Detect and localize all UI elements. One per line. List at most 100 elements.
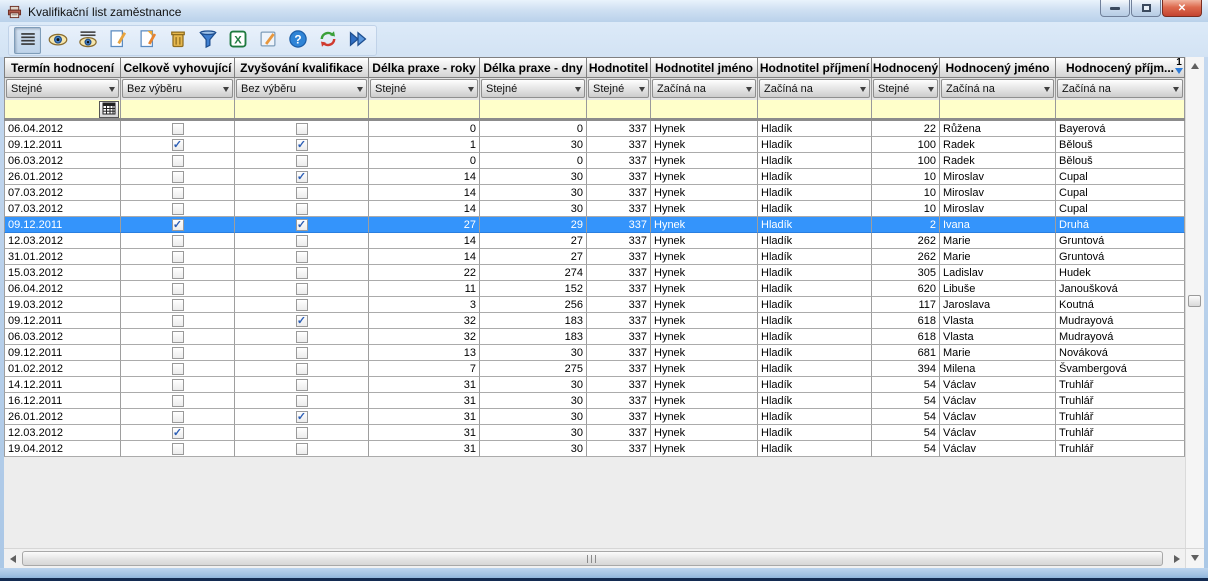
table-cell[interactable] <box>121 249 235 265</box>
table-cell[interactable]: 337 <box>587 441 651 457</box>
table-cell[interactable]: Janoušková <box>1056 281 1185 297</box>
table-cell[interactable]: 09.12.2011 <box>4 345 121 361</box>
table-cell[interactable]: 256 <box>480 297 587 313</box>
table-row[interactable]: 26.01.2012✓1430337HynekHladík10MiroslavC… <box>4 169 1185 185</box>
table-cell[interactable]: 337 <box>587 393 651 409</box>
vertical-scrollbar[interactable] <box>1185 57 1204 548</box>
table-cell[interactable]: 54 <box>872 409 940 425</box>
table-cell[interactable]: 337 <box>587 217 651 233</box>
table-cell[interactable]: Ivana <box>940 217 1056 233</box>
table-cell[interactable]: 10 <box>872 185 940 201</box>
eye-button[interactable] <box>44 27 71 54</box>
table-cell[interactable]: 183 <box>480 313 587 329</box>
scroll-down-button[interactable] <box>1185 549 1204 568</box>
table-cell[interactable]: 117 <box>872 297 940 313</box>
table-cell[interactable] <box>121 377 235 393</box>
table-cell[interactable] <box>121 121 235 137</box>
table-cell[interactable]: Hynek <box>651 377 758 393</box>
table-cell[interactable]: 54 <box>872 393 940 409</box>
table-cell[interactable] <box>121 393 235 409</box>
table-cell[interactable]: Gruntová <box>1056 249 1185 265</box>
quick-filter-input[interactable] <box>872 100 940 118</box>
table-row[interactable]: 06.03.201232183337HynekHladík618VlastaMu… <box>4 329 1185 345</box>
table-cell[interactable] <box>121 201 235 217</box>
table-cell[interactable] <box>235 377 369 393</box>
fast-forward-button[interactable] <box>344 27 371 54</box>
table-cell[interactable]: Libuše <box>940 281 1056 297</box>
column-header[interactable]: Hodnocený <box>872 57 940 78</box>
table-cell[interactable] <box>235 393 369 409</box>
table-cell[interactable]: Hladík <box>758 185 872 201</box>
table-cell[interactable]: ✓ <box>235 169 369 185</box>
table-cell[interactable] <box>121 313 235 329</box>
quick-filter-input[interactable] <box>4 100 121 118</box>
eye-columns-button[interactable] <box>74 27 101 54</box>
quick-filter-input[interactable] <box>940 100 1056 118</box>
table-cell[interactable]: Hynek <box>651 409 758 425</box>
table-cell[interactable]: 337 <box>587 329 651 345</box>
table-cell[interactable]: 337 <box>587 265 651 281</box>
table-cell[interactable]: Hladík <box>758 137 872 153</box>
column-header[interactable]: Hodnotitel <box>587 57 651 78</box>
table-cell[interactable]: 30 <box>480 377 587 393</box>
scroll-up-button[interactable] <box>1186 57 1204 73</box>
table-cell[interactable]: Václav <box>940 425 1056 441</box>
table-cell[interactable]: 22 <box>369 265 480 281</box>
table-cell[interactable]: 152 <box>480 281 587 297</box>
table-cell[interactable]: 100 <box>872 137 940 153</box>
scroll-left-button[interactable] <box>4 549 20 568</box>
table-row[interactable]: 26.01.2012✓3130337HynekHladík54VáclavTru… <box>4 409 1185 425</box>
filter-button[interactable] <box>194 27 221 54</box>
table-cell[interactable]: 262 <box>872 249 940 265</box>
table-cell[interactable]: Václav <box>940 377 1056 393</box>
table-cell[interactable]: Hynek <box>651 201 758 217</box>
filter-mode-dropdown[interactable]: Stejné <box>6 79 119 98</box>
column-header[interactable]: Zvyšování kvalifikace <box>235 57 369 78</box>
table-cell[interactable]: 54 <box>872 425 940 441</box>
column-header[interactable]: Délka praxe - dny <box>480 57 587 78</box>
table-cell[interactable]: Nováková <box>1056 345 1185 361</box>
table-cell[interactable]: Gruntová <box>1056 233 1185 249</box>
table-cell[interactable]: 618 <box>872 329 940 345</box>
table-cell[interactable]: 06.04.2012 <box>4 281 121 297</box>
table-cell[interactable] <box>121 265 235 281</box>
table-cell[interactable]: 31 <box>369 441 480 457</box>
table-cell[interactable]: 30 <box>480 345 587 361</box>
table-cell[interactable]: 14 <box>369 249 480 265</box>
table-cell[interactable]: 183 <box>480 329 587 345</box>
table-cell[interactable]: Hladík <box>758 249 872 265</box>
table-cell[interactable]: Růžena <box>940 121 1056 137</box>
table-cell[interactable] <box>235 297 369 313</box>
table-cell[interactable] <box>235 425 369 441</box>
table-cell[interactable]: 10 <box>872 201 940 217</box>
table-row[interactable]: 12.03.20121427337HynekHladík262MarieGrun… <box>4 233 1185 249</box>
table-row[interactable]: 07.03.20121430337HynekHladík10MiroslavCu… <box>4 201 1185 217</box>
table-row[interactable]: 06.04.201200337HynekHladík22RůženaBayero… <box>4 121 1185 137</box>
table-cell[interactable]: 31 <box>369 393 480 409</box>
table-cell[interactable]: 16.12.2011 <box>4 393 121 409</box>
column-header[interactable]: Hodnotitel jméno <box>651 57 758 78</box>
table-cell[interactable]: Hynek <box>651 137 758 153</box>
table-cell[interactable]: Marie <box>940 345 1056 361</box>
table-cell[interactable]: 30 <box>480 201 587 217</box>
table-cell[interactable]: Hynek <box>651 121 758 137</box>
table-row[interactable]: 09.12.2011✓32183337HynekHladík618VlastaM… <box>4 313 1185 329</box>
table-cell[interactable]: Milena <box>940 361 1056 377</box>
table-cell[interactable]: 337 <box>587 137 651 153</box>
table-cell[interactable]: Truhlář <box>1056 377 1185 393</box>
excel-export-button[interactable]: X <box>224 27 251 54</box>
table-cell[interactable]: Hynek <box>651 345 758 361</box>
table-cell[interactable]: 14 <box>369 185 480 201</box>
table-cell[interactable]: Švambergová <box>1056 361 1185 377</box>
table-cell[interactable] <box>235 441 369 457</box>
table-cell[interactable]: 54 <box>872 377 940 393</box>
table-cell[interactable]: 305 <box>872 265 940 281</box>
table-row[interactable]: 12.03.2012✓3130337HynekHladík54VáclavTru… <box>4 425 1185 441</box>
table-cell[interactable]: Truhlář <box>1056 409 1185 425</box>
table-cell[interactable]: 337 <box>587 345 651 361</box>
table-cell[interactable]: Truhlář <box>1056 393 1185 409</box>
table-cell[interactable]: Bělouš <box>1056 137 1185 153</box>
quick-filter-input[interactable] <box>758 100 872 118</box>
table-cell[interactable]: 09.12.2011 <box>4 137 121 153</box>
table-cell[interactable]: Miroslav <box>940 169 1056 185</box>
